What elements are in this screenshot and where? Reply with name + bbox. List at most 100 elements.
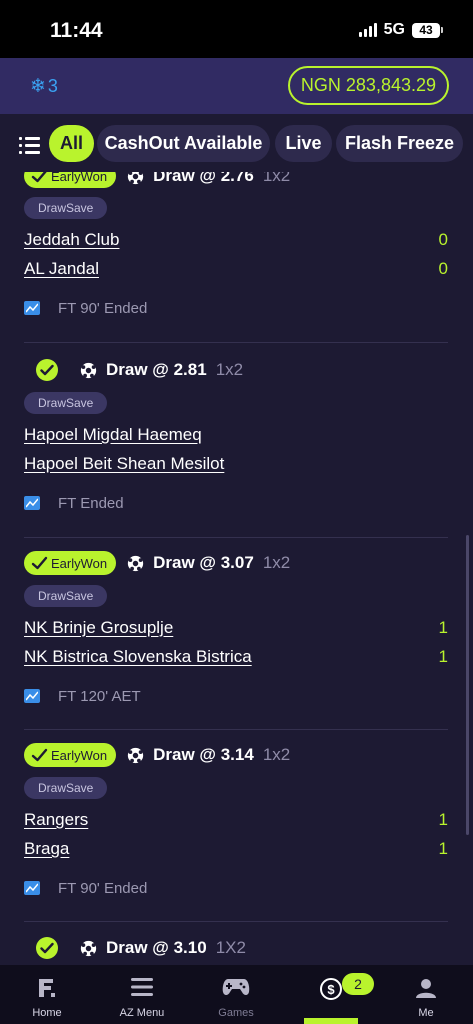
scrollbar[interactable] (466, 535, 469, 835)
away-team[interactable]: AL Jandal (24, 259, 99, 279)
nav-me[interactable]: Me (386, 965, 466, 1024)
drawsave-tag: DrawSave (24, 585, 108, 607)
early-won-label: EarlyWon (51, 172, 108, 184)
bet-pick: Draw @ 3.07 (153, 553, 254, 572)
home-team[interactable]: NK Brinje Grosuplje (24, 618, 173, 638)
home-score: 1 (438, 618, 448, 637)
flash-freeze-counter[interactable]: ❄ 3 (30, 75, 58, 98)
early-won-label: EarlyWon (51, 555, 108, 571)
nav-home[interactable]: Home (7, 965, 87, 1024)
filter-bar: All CashOut Available Live Flash Freeze (0, 114, 473, 172)
result-text: FT 120' AET (58, 687, 141, 705)
match-result: FT Ended (24, 493, 124, 513)
stats-chart-icon[interactable] (24, 301, 40, 315)
tab-all[interactable]: All (49, 125, 94, 162)
battery-icon: 43 (412, 22, 443, 38)
drawsave-tag: DrawSave (24, 777, 108, 799)
nav-label: Me (418, 1007, 434, 1019)
signal-icon (358, 23, 377, 37)
bet-market: 1x2 (215, 360, 244, 379)
home-score: 0 (438, 230, 448, 249)
gamepad-icon (222, 979, 250, 995)
away-score: 1 (438, 647, 448, 666)
status-bar: 11:44 5G 43 (0, 0, 473, 58)
match-result: FT 90' Ended (24, 878, 147, 898)
card-divider (24, 537, 448, 538)
football-icon (127, 747, 144, 763)
open-bets-badge: 2 (342, 973, 374, 995)
status-indicators: 5G 43 (358, 21, 443, 39)
nav-label: Games (218, 1007, 254, 1019)
bet-list[interactable]: EarlyWon Draw @ 2.76 1x2 DrawSave Jeddah… (0, 172, 473, 965)
match-result: FT 120' AET (24, 686, 141, 706)
home-team[interactable]: Rangers (24, 810, 88, 830)
away-team[interactable]: NK Bistrica Slovenska Bistrica (24, 647, 252, 667)
nav-az-menu[interactable]: AZ Menu (102, 965, 182, 1024)
won-check-icon (36, 937, 58, 959)
bet-pick: Draw @ 2.76 (153, 172, 254, 185)
bet-market: 1x2 (262, 553, 291, 572)
list-icon[interactable] (19, 136, 41, 154)
card-divider (24, 342, 448, 343)
user-icon (416, 979, 436, 998)
bottom-nav: Home AZ Menu Games $ Me (0, 965, 473, 1024)
network-type: 5G (383, 21, 405, 38)
stats-chart-icon[interactable] (24, 496, 40, 510)
nav-label: AZ Menu (119, 1007, 165, 1019)
early-won-label: EarlyWon (51, 747, 108, 763)
tab-flash-freeze[interactable]: Flash Freeze (336, 125, 463, 162)
balance-pill[interactable]: NGN 283,843.29 (287, 66, 449, 105)
stats-chart-icon[interactable] (24, 881, 40, 895)
bet-pick: Draw @ 3.10 (106, 938, 207, 957)
bet-card[interactable]: Draw @ 3.10 1X2 (24, 936, 448, 965)
app-header: ❄ 3 NGN 283,843.29 (0, 58, 473, 114)
football-icon (80, 362, 97, 378)
bet-pick: Draw @ 3.14 (153, 745, 254, 764)
match-result: FT 90' Ended (24, 298, 147, 318)
tab-cashout-available[interactable]: CashOut Available (97, 125, 270, 162)
bet-card[interactable]: Draw @ 2.81 1x2 DrawSave Hapoel Migdal H… (24, 358, 448, 518)
bet-card[interactable]: EarlyWon Draw @ 2.76 1x2 DrawSave Jeddah… (24, 172, 448, 324)
card-divider (24, 921, 448, 922)
bet-selection-row: EarlyWon Draw @ 2.76 1x2 (24, 172, 290, 188)
result-text: FT 90' Ended (58, 299, 148, 317)
nav-label: Home (32, 1007, 62, 1019)
stats-chart-icon[interactable] (24, 689, 40, 703)
bet-selection-row: EarlyWon Draw @ 3.07 1x2 (24, 551, 290, 575)
football-icon (127, 555, 144, 571)
drawsave-tag: DrawSave (24, 392, 108, 414)
home-logo-icon (39, 979, 55, 997)
bet-card[interactable]: EarlyWon Draw @ 3.14 1x2 DrawSave Ranger… (24, 743, 448, 903)
check-icon (31, 556, 48, 569)
bet-market: 1x2 (262, 172, 291, 185)
early-won-badge: EarlyWon (24, 551, 117, 575)
bet-market: 1X2 (215, 938, 246, 957)
freeze-count: 3 (47, 76, 58, 96)
home-team[interactable]: Hapoel Migdal Haemeq (24, 425, 202, 445)
menu-icon (131, 978, 153, 996)
away-team[interactable]: Braga (24, 839, 69, 859)
nav-games[interactable]: Games (196, 965, 276, 1024)
result-text: FT 90' Ended (58, 879, 148, 897)
home-team[interactable]: Jeddah Club (24, 230, 119, 250)
bet-market: 1x2 (262, 745, 291, 764)
bet-card[interactable]: EarlyWon Draw @ 3.07 1x2 DrawSave NK Bri… (24, 551, 448, 711)
away-score: 1 (438, 839, 448, 858)
svg-text:$: $ (327, 982, 335, 997)
card-divider (24, 729, 448, 730)
check-icon (31, 748, 48, 761)
battery-level: 43 (412, 22, 440, 38)
early-won-badge: EarlyWon (24, 743, 117, 767)
away-team[interactable]: Hapoel Beit Shean Mesilot (24, 454, 224, 474)
football-icon (80, 940, 97, 956)
result-text: FT Ended (58, 494, 124, 512)
drawsave-tag: DrawSave (24, 197, 108, 219)
bet-selection-row: Draw @ 3.10 1X2 (24, 936, 246, 960)
bet-selection-row: EarlyWon Draw @ 3.14 1x2 (24, 743, 290, 767)
open-bets-icon: $ (320, 978, 342, 1000)
check-icon (31, 172, 47, 182)
tab-live[interactable]: Live (275, 125, 332, 162)
early-won-badge: EarlyWon (24, 172, 117, 188)
snowflake-icon: ❄ (30, 76, 46, 97)
home-score: 1 (438, 810, 448, 829)
